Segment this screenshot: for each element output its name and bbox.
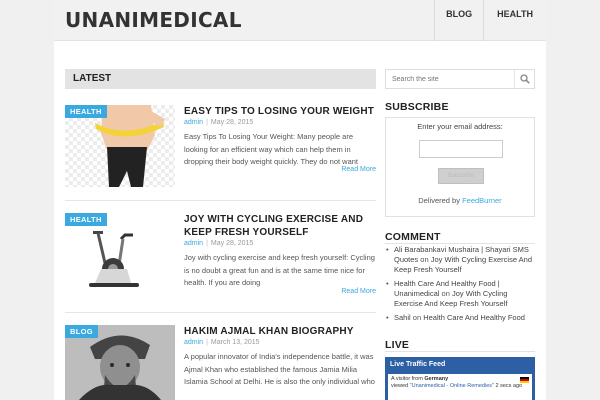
nav-item-health[interactable]: HEALTH xyxy=(483,0,546,41)
category-badge[interactable]: HEALTH xyxy=(65,105,107,118)
subscribe-box: Enter your email address: Subscribe Deli… xyxy=(385,117,535,217)
email-field[interactable] xyxy=(419,140,503,158)
comment-heading: COMMENT xyxy=(385,231,441,243)
comment-item: Ali Barabankavi Mushaira | Shayari SMS Q… xyxy=(385,245,535,275)
post-author[interactable]: admin xyxy=(184,339,203,346)
post-excerpt: Joy with cycling exercise and keep fresh… xyxy=(184,253,375,287)
germany-flag-icon xyxy=(520,377,529,383)
comment-author[interactable]: Sahil xyxy=(394,313,411,322)
comment-on: on xyxy=(420,255,429,264)
latest-heading: LATEST xyxy=(73,73,112,84)
live-traffic-feed[interactable]: Live Traffic Feed A visitor from Germany… xyxy=(385,357,535,400)
post-date: May 28, 2015 xyxy=(210,119,254,126)
viewed-page-link[interactable]: "Unanimedical - Online Remedies" xyxy=(410,383,494,389)
post-thumbnail[interactable]: BLOG xyxy=(65,325,175,400)
post-author[interactable]: admin xyxy=(184,119,203,126)
delivered-by: Delivered by FeedBurner xyxy=(386,196,534,205)
meta-separator: | xyxy=(206,240,208,247)
post-date: March 13, 2015 xyxy=(210,339,260,346)
visitor-prefix: A visitor from xyxy=(391,376,423,382)
post-title[interactable]: HAKIM AJMAL KHAN BIOGRAPHY xyxy=(184,325,376,338)
viewed-prefix: viewed xyxy=(391,383,409,389)
main-nav: BLOG HEALTH xyxy=(434,0,546,41)
post-date: May 28, 2015 xyxy=(210,240,254,247)
latest-section-header: LATEST xyxy=(65,69,376,89)
read-more-link[interactable]: Read More xyxy=(341,288,376,295)
traffic-feed-title: Live Traffic Feed xyxy=(390,361,446,368)
site-logo[interactable]: UNANIMEDICAL xyxy=(65,8,242,32)
post-excerpt: Easy Tips To Losing Your Weight: Many pe… xyxy=(184,132,358,166)
post-thumbnail[interactable]: HEALTH xyxy=(65,213,175,295)
post-meta: admin | March 13, 2015 xyxy=(184,339,260,346)
nav-item-blog[interactable]: BLOG xyxy=(434,0,483,41)
comment-rule xyxy=(385,243,535,244)
subscribe-button[interactable]: Subscribe xyxy=(438,168,484,184)
post-divider xyxy=(65,312,376,313)
traffic-entry[interactable]: A visitor from Germany viewed "Unanimedi… xyxy=(388,374,532,400)
comment-post-link[interactable]: Health Care And Healthy Food xyxy=(423,313,525,322)
page: UNANIMEDICAL BLOG HEALTH LATEST HEALTH E… xyxy=(54,0,546,400)
category-badge[interactable]: BLOG xyxy=(65,325,98,338)
post-title[interactable]: EASY TIPS TO LOSING YOUR WEIGHT xyxy=(184,105,376,118)
delivered-prefix: Delivered by xyxy=(418,196,460,205)
read-more-link[interactable]: Read More xyxy=(341,166,376,173)
search-box xyxy=(385,69,535,89)
category-badge[interactable]: HEALTH xyxy=(65,213,107,226)
post-divider xyxy=(65,200,376,201)
post-meta: admin | May 28, 2015 xyxy=(184,240,253,247)
post-thumbnail[interactable]: HEALTH xyxy=(65,105,175,187)
subscribe-label: Enter your email address: xyxy=(417,122,503,131)
comment-on: on xyxy=(412,313,422,322)
viewed-time: 2 secs ago xyxy=(495,383,523,389)
visitor-location: Germany xyxy=(424,376,449,382)
meta-separator: | xyxy=(206,339,208,346)
comment-list: Ali Barabankavi Mushaira | Shayari SMS Q… xyxy=(385,245,535,327)
live-rule xyxy=(385,351,535,352)
post-item: HEALTH JOY WITH CYCLING EXERCISE AND KEE… xyxy=(65,213,376,313)
post-item: HEALTH EASY TIPS TO LOSING YOUR WEIGHT a… xyxy=(65,105,376,205)
post-excerpt: A popular innovator of India's independe… xyxy=(184,352,375,386)
feedburner-link[interactable]: FeedBurner xyxy=(462,196,502,205)
post-title[interactable]: JOY WITH CYCLING EXERCISE AND KEEP FRESH… xyxy=(184,213,376,239)
search-button[interactable] xyxy=(514,70,534,88)
comment-on: on xyxy=(441,289,450,298)
comment-item: Health Care And Healthy Food | Unanimedi… xyxy=(385,279,535,309)
comment-item: Sahil on Health Care And Healthy Food xyxy=(385,313,535,323)
post-meta: admin | May 28, 2015 xyxy=(184,119,253,126)
search-input[interactable] xyxy=(386,70,514,88)
site-header: UNANIMEDICAL BLOG HEALTH xyxy=(54,0,546,41)
meta-separator: | xyxy=(206,119,208,126)
post-item: BLOG HAKIM AJMAL KHAN BIOGRAPHY admin | Ma… xyxy=(65,325,376,400)
live-heading: LIVE xyxy=(385,339,410,351)
subscribe-heading: SUBSCRIBE xyxy=(385,101,449,113)
post-author[interactable]: admin xyxy=(184,240,203,247)
search-icon xyxy=(519,74,530,84)
